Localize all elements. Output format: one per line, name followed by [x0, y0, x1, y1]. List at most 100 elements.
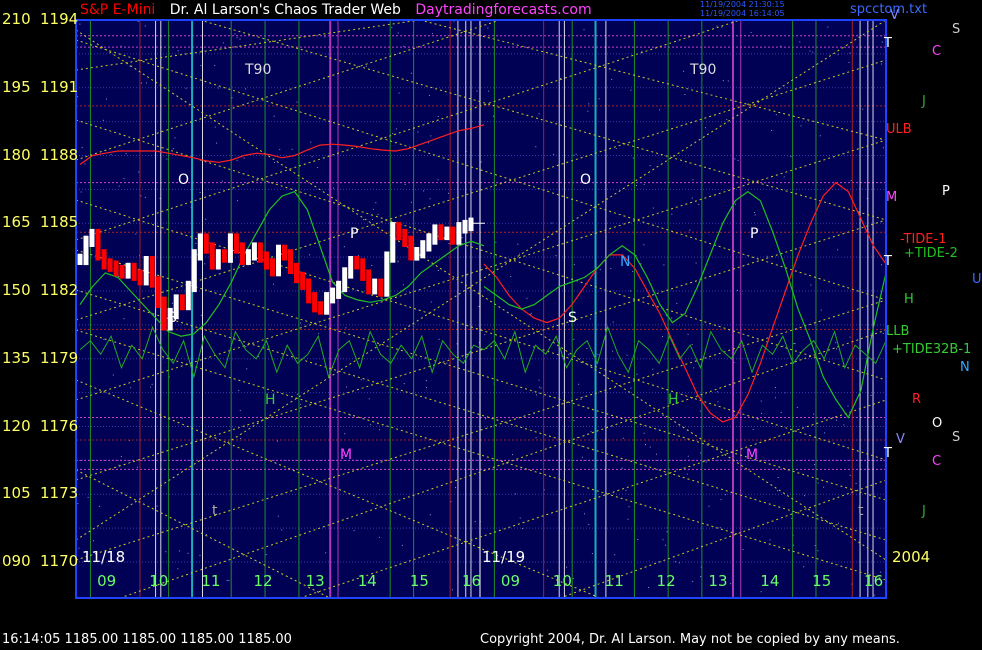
- price-bar: [426, 233, 432, 252]
- star-dot: [205, 218, 207, 220]
- x-tick-label: 13: [305, 572, 325, 590]
- star-dot: [547, 569, 549, 571]
- file-name: spcctom.txt: [850, 2, 928, 17]
- legend-label: T: [884, 446, 892, 461]
- star-dot: [461, 237, 463, 239]
- star-dot: [881, 41, 883, 43]
- star-dot: [512, 454, 513, 456]
- star-dot: [835, 342, 837, 344]
- star-dot: [403, 383, 405, 385]
- timestamp-line-2: 11/19/2004 16:14:05: [700, 9, 785, 18]
- star-dot: [538, 379, 540, 381]
- star-dot: [695, 262, 697, 264]
- star-dot: [848, 62, 850, 63]
- star-dot: [637, 539, 639, 540]
- star-dot: [881, 63, 882, 65]
- price-bar: [372, 278, 378, 295]
- website-link[interactable]: Daytradingforecasts.com: [415, 2, 591, 18]
- y-tick-left: 210: [2, 10, 31, 28]
- star-dot: [200, 65, 202, 66]
- star-dot: [200, 314, 202, 316]
- star-dot: [754, 214, 756, 216]
- star-dot: [428, 142, 430, 144]
- star-dot: [102, 119, 104, 121]
- star-dot: [599, 269, 601, 271]
- price-bar: [378, 278, 384, 297]
- star-dot: [666, 531, 668, 533]
- star-dot: [228, 579, 230, 581]
- star-dot: [141, 82, 142, 84]
- star-dot: [626, 354, 628, 356]
- star-dot: [258, 355, 260, 357]
- star-dot: [539, 386, 541, 388]
- price-bar: [257, 242, 263, 263]
- star-dot: [526, 297, 528, 299]
- star-dot: [847, 405, 849, 407]
- x-tick-label: 14: [760, 572, 780, 590]
- star-dot: [478, 306, 480, 307]
- star-dot: [474, 521, 476, 523]
- star-dot: [333, 187, 335, 189]
- star-dot: [615, 148, 617, 149]
- star-dot: [790, 155, 792, 157]
- star-dot: [404, 183, 406, 185]
- x-tick-label: 11: [604, 572, 624, 590]
- price-bar: [107, 258, 113, 272]
- star-dot: [686, 473, 688, 475]
- star-dot: [692, 179, 694, 181]
- legend-label: T: [884, 254, 892, 269]
- y-tick-left: 090: [2, 552, 31, 570]
- price-bar: [336, 280, 342, 299]
- star-dot: [118, 185, 120, 187]
- y-tick-price: 1179: [40, 348, 79, 367]
- star-dot: [291, 148, 293, 150]
- star-dot: [783, 176, 785, 178]
- star-dot: [151, 383, 153, 385]
- star-dot: [103, 338, 105, 340]
- star-dot: [181, 417, 183, 419]
- star-dot: [362, 219, 364, 221]
- y-tick-price: 1191: [40, 77, 79, 96]
- star-dot: [226, 580, 228, 581]
- star-dot: [684, 94, 686, 95]
- year-label: 2004: [892, 548, 931, 566]
- star-dot: [353, 530, 355, 532]
- legend-label: N: [960, 360, 970, 375]
- star-dot: [371, 265, 373, 266]
- star-dot: [799, 41, 801, 43]
- star-dot: [438, 338, 440, 340]
- price-bar: [203, 233, 209, 254]
- star-dot: [538, 113, 540, 115]
- star-dot: [722, 80, 724, 82]
- star-dot: [87, 496, 89, 498]
- star-dot: [611, 79, 613, 80]
- price-bar: [276, 244, 281, 277]
- star-dot: [721, 26, 723, 28]
- star-dot: [177, 568, 179, 570]
- star-dot: [649, 165, 651, 167]
- star-dot: [716, 25, 718, 27]
- legend-label: LLB: [886, 324, 910, 339]
- plot-annotation: t: [858, 503, 864, 519]
- star-dot: [645, 444, 646, 446]
- legend-label: R: [912, 392, 922, 407]
- price-bar: [83, 235, 89, 266]
- star-dot: [813, 413, 815, 415]
- plot-area: [76, 20, 886, 598]
- price-bar: [384, 251, 390, 297]
- legend-label: V: [896, 432, 905, 447]
- y-tick-price: 1170: [40, 552, 79, 570]
- star-dot: [318, 333, 320, 335]
- star-dot: [636, 185, 637, 186]
- legend-label: J: [922, 504, 926, 519]
- plot-annotation: H: [265, 392, 276, 408]
- star-dot: [586, 348, 588, 349]
- star-dot: [80, 191, 82, 193]
- star-dot: [199, 192, 201, 193]
- star-dot: [590, 431, 592, 433]
- y-tick-label: 210 1194: [2, 10, 78, 28]
- title-bar: S&P E-Mini Dr. Al Larson's Chaos Trader …: [80, 0, 927, 20]
- y-tick-left: 165: [2, 213, 31, 232]
- star-dot: [843, 424, 845, 426]
- star-dot: [760, 400, 762, 402]
